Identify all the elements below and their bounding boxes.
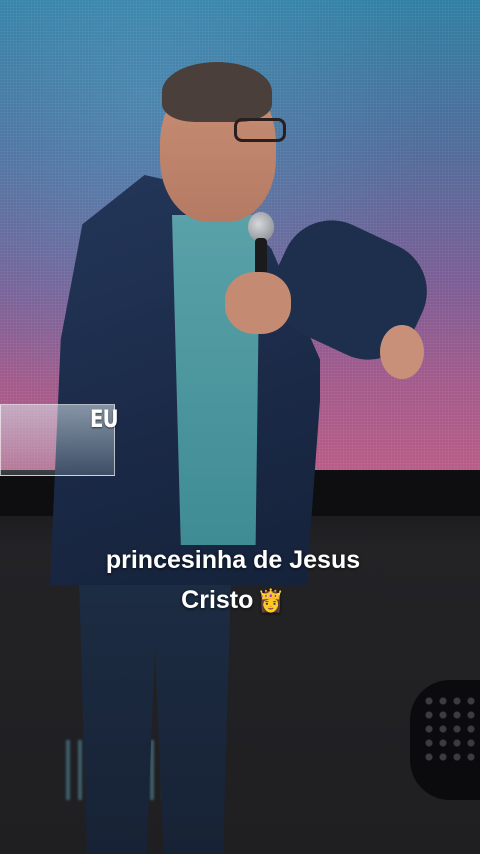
speaker-hand	[380, 325, 424, 379]
speaker-shirt	[172, 215, 260, 545]
overlay-label: EU	[90, 405, 119, 433]
caption: princesinha de Jesus Cristo 👸	[0, 540, 466, 622]
speaker-hand-holding-mic	[225, 272, 291, 334]
caption-line-2-text: Cristo	[181, 586, 254, 614]
princess-emoji: 👸	[257, 589, 285, 614]
caption-line-1: princesinha de Jesus	[105, 546, 361, 574]
speaker-hair	[162, 62, 272, 122]
video-frame: EU princesinha de Jesus Cristo 👸	[0, 0, 480, 854]
caption-line-2: Cristo 👸	[0, 580, 466, 622]
speaker-glasses	[234, 118, 286, 142]
